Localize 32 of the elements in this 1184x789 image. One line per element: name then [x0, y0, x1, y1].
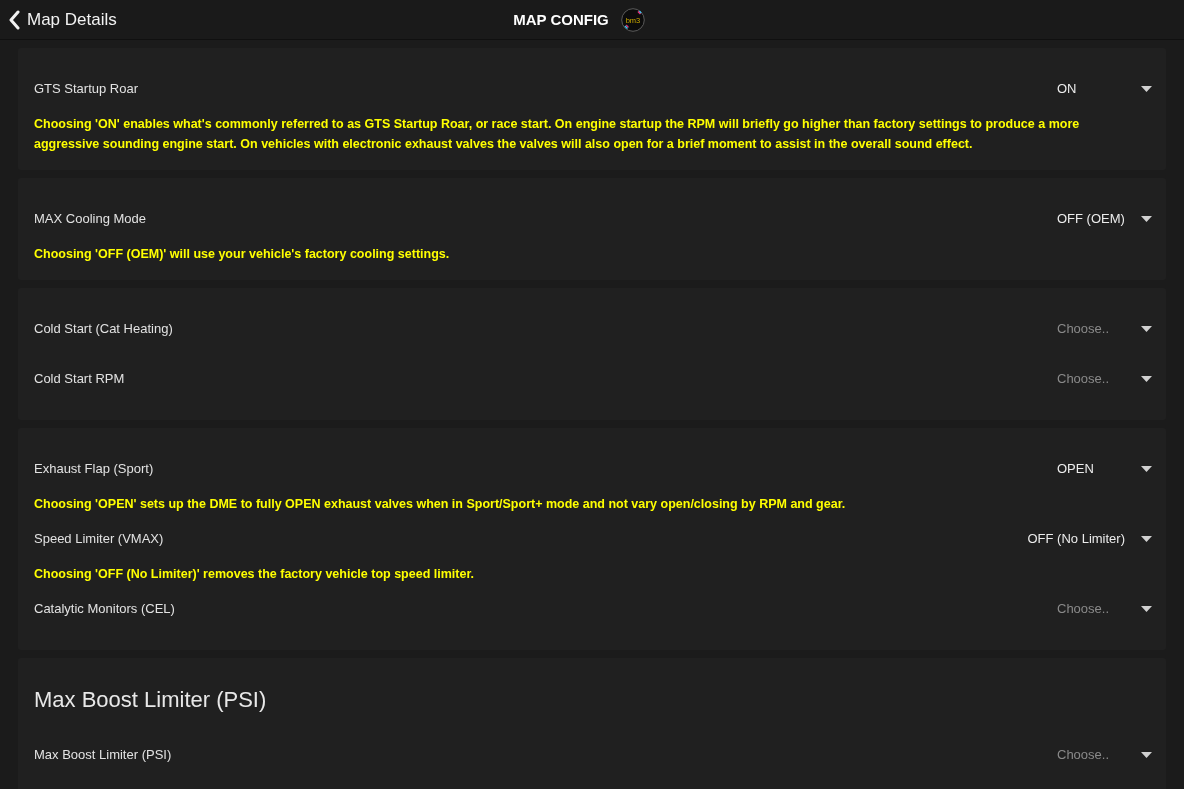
caret-down-icon: [1141, 376, 1152, 382]
caret-down-icon: [1141, 606, 1152, 612]
dropdown-select[interactable]: Choose..: [1057, 319, 1152, 339]
section-heading: Max Boost Limiter (PSI): [34, 686, 268, 714]
dropdown-select[interactable]: Choose..: [1057, 599, 1152, 619]
setting-label: Max Boost Limiter (PSI): [34, 746, 172, 765]
setting-description: Choosing 'ON' enables what's commonly referred to as GTS Startup Roar, or race start. On engine startup the RPM will briefly go higher than factory settings to produce a more aggressive sounding engine start. On vehicles with electronic exhaust valves the valves will also open for a brief moment to assist in the overall sound effect.: [34, 116, 1081, 153]
setting-label: Catalytic Monitors (CEL): [34, 600, 175, 619]
caret-down-icon: [1141, 326, 1152, 332]
caret-down-icon: [1141, 216, 1152, 222]
setting-label: MAX Cooling Mode: [34, 210, 146, 229]
page-title: MAP CONFIG: [513, 10, 609, 29]
setting-description: Choosing 'OPEN' sets up the DME to fully OPEN exhaust valves when in Sport/Sport+ mode and not vary open/closing by RPM and gear.: [34, 496, 847, 513]
chevron-left-icon: [8, 9, 20, 30]
back-link[interactable]: Map Details: [0, 6, 117, 33]
setting-label: Cold Start (Cat Heating): [34, 320, 173, 339]
dropdown-select[interactable]: ON: [1057, 79, 1152, 99]
setting-description: Choosing 'OFF (No Limiter)' removes the factory vehicle top speed limiter.: [34, 566, 476, 583]
setting-label: Exhaust Flap (Sport): [34, 460, 154, 479]
setting-label: Speed Limiter (VMAX): [34, 530, 164, 549]
caret-down-icon: [1141, 752, 1152, 758]
dropdown-select[interactable]: Choose..: [1057, 369, 1152, 389]
dropdown-select[interactable]: OFF (OEM): [1057, 209, 1152, 229]
dropdown-select[interactable]: Choose..: [1057, 745, 1152, 765]
caret-down-icon: [1141, 466, 1152, 472]
dropdown-select[interactable]: OPEN: [1057, 459, 1152, 479]
caret-down-icon: [1141, 86, 1152, 92]
setting-description: Choosing 'OFF (OEM)' will use your vehicle's factory cooling settings.: [34, 246, 451, 263]
setting-label: GTS Startup Roar: [34, 80, 139, 99]
caret-down-icon: [1141, 536, 1152, 542]
dropdown-select[interactable]: OFF (No Limiter): [1027, 529, 1152, 549]
setting-label: Cold Start RPM: [34, 370, 125, 389]
